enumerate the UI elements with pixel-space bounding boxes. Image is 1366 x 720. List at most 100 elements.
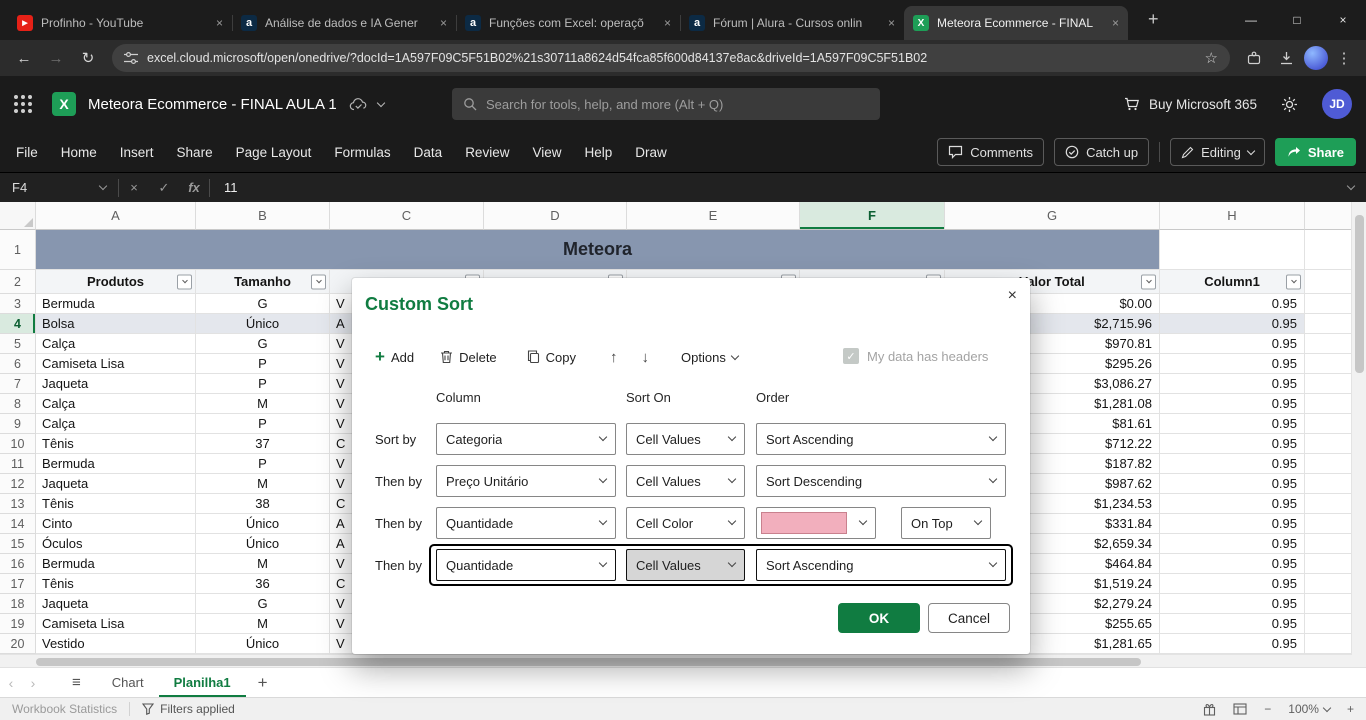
cell-produto[interactable]: Cinto xyxy=(36,514,196,534)
ok-button[interactable]: OK xyxy=(838,603,920,633)
zoom-level-dropdown[interactable]: 100% xyxy=(1288,702,1330,716)
filter-button[interactable] xyxy=(311,274,326,289)
order-dropdown[interactable]: Sort Ascending xyxy=(756,423,1006,455)
cell-column1[interactable]: 0.95 xyxy=(1160,434,1305,454)
downloads-icon[interactable] xyxy=(1272,51,1300,65)
column-header-B[interactable]: B xyxy=(196,202,330,230)
formula-input[interactable]: 11 xyxy=(224,180,238,195)
row-header-13[interactable]: 13 xyxy=(0,494,36,514)
cell-tamanho[interactable]: P xyxy=(196,414,330,434)
tab-close-icon[interactable]: × xyxy=(216,16,223,30)
order-dropdown[interactable]: Sort Ascending xyxy=(756,549,1006,581)
merged-title-cell[interactable]: Meteora xyxy=(36,230,1160,270)
app-launcher-icon[interactable] xyxy=(14,95,32,113)
cell-produto[interactable]: Tênis xyxy=(36,434,196,454)
row-header-8[interactable]: 8 xyxy=(0,394,36,414)
cell-column1[interactable]: 0.95 xyxy=(1160,494,1305,514)
zoom-out-icon[interactable]: − xyxy=(1264,702,1271,716)
row-header-17[interactable]: 17 xyxy=(0,574,36,594)
column-header-C[interactable]: C xyxy=(330,202,484,230)
browser-tab-4[interactable]: aFórum | Alura - Cursos onlin× xyxy=(680,6,904,40)
add-sheet-button[interactable]: + xyxy=(258,673,268,693)
close-button[interactable]: × xyxy=(1320,13,1366,27)
cancel-entry-icon[interactable]: × xyxy=(119,180,149,195)
name-box[interactable]: F4 xyxy=(0,173,118,202)
ribbon-tab-file[interactable]: File xyxy=(16,145,38,160)
cell-tamanho[interactable]: G xyxy=(196,334,330,354)
new-tab-button[interactable]: + xyxy=(1148,10,1159,28)
sort-on-dropdown[interactable]: Cell Values xyxy=(626,465,745,497)
sheet-tab-planilha1[interactable]: Planilha1 xyxy=(159,668,246,698)
cell-tamanho[interactable]: G xyxy=(196,594,330,614)
sheet-nav-right-icon[interactable]: › xyxy=(22,675,44,691)
row-header-7[interactable]: 7 xyxy=(0,374,36,394)
cell-column1[interactable]: 0.95 xyxy=(1160,454,1305,474)
row-header-20[interactable]: 20 xyxy=(0,634,36,654)
cell-produto[interactable]: Jaqueta xyxy=(36,374,196,394)
ribbon-tab-review[interactable]: Review xyxy=(465,145,509,160)
order-dropdown[interactable]: Sort Descending xyxy=(756,465,1006,497)
browser-tab-3[interactable]: aFunções com Excel: operaçõ× xyxy=(456,6,680,40)
gift-icon[interactable] xyxy=(1203,703,1216,716)
cell-column1[interactable]: 0.95 xyxy=(1160,394,1305,414)
cell-tamanho[interactable]: 36 xyxy=(196,574,330,594)
column-dropdown[interactable]: Preço Unitário xyxy=(436,465,616,497)
row-header-2[interactable]: 2 xyxy=(0,270,36,294)
cell-H1[interactable] xyxy=(1160,230,1305,270)
site-info-icon[interactable] xyxy=(124,52,138,64)
header-cell-A[interactable]: Produtos xyxy=(36,270,196,294)
address-bar[interactable]: excel.cloud.microsoft/open/onedrive/?doc… xyxy=(112,44,1230,72)
insert-function-icon[interactable]: fx xyxy=(179,180,209,195)
cell-produto[interactable]: Óculos xyxy=(36,534,196,554)
browser-profile-avatar[interactable] xyxy=(1304,46,1328,70)
filter-button[interactable] xyxy=(1286,274,1301,289)
cell-column1[interactable]: 0.95 xyxy=(1160,554,1305,574)
cell-produto[interactable]: Bolsa xyxy=(36,314,196,334)
column-header-E[interactable]: E xyxy=(627,202,800,230)
tab-close-icon[interactable]: × xyxy=(1112,16,1119,30)
column-header-A[interactable]: A xyxy=(36,202,196,230)
cell-produto[interactable]: Tênis xyxy=(36,494,196,514)
ribbon-tab-share[interactable]: Share xyxy=(177,145,213,160)
column-header-D[interactable]: D xyxy=(484,202,627,230)
cell-tamanho[interactable]: 38 xyxy=(196,494,330,514)
refresh-button[interactable]: ↻ xyxy=(74,49,102,67)
column-header-H[interactable]: H xyxy=(1160,202,1305,230)
cell-column1[interactable]: 0.95 xyxy=(1160,614,1305,634)
ribbon-tab-help[interactable]: Help xyxy=(584,145,612,160)
cell-produto[interactable]: Vestido xyxy=(36,634,196,654)
cell-tamanho[interactable]: M xyxy=(196,474,330,494)
zoom-in-icon[interactable]: + xyxy=(1347,702,1354,716)
vertical-scrollbar-thumb[interactable] xyxy=(1355,215,1364,373)
sort-on-dropdown[interactable]: Cell Color xyxy=(626,507,745,539)
cell-column1[interactable]: 0.95 xyxy=(1160,374,1305,394)
document-title[interactable]: Meteora Ecommerce - FINAL AULA 1 xyxy=(88,96,337,113)
cell-column1[interactable]: 0.95 xyxy=(1160,574,1305,594)
search-bar[interactable] xyxy=(452,88,880,120)
confirm-entry-icon[interactable]: ✓ xyxy=(149,180,179,196)
row-header-14[interactable]: 14 xyxy=(0,514,36,534)
all-sheets-menu-icon[interactable]: ≡ xyxy=(72,674,81,691)
column-header-F[interactable]: F xyxy=(800,202,945,230)
cell-produto[interactable]: Calça xyxy=(36,414,196,434)
cell-column1[interactable]: 0.95 xyxy=(1160,534,1305,554)
account-avatar[interactable]: JD xyxy=(1322,89,1352,119)
cell-tamanho[interactable]: Único xyxy=(196,514,330,534)
row-header-3[interactable]: 3 xyxy=(0,294,36,314)
row-header-6[interactable]: 6 xyxy=(0,354,36,374)
browser-tab-1[interactable]: ▶Profinho - YouTube× xyxy=(8,6,232,40)
minimize-button[interactable]: — xyxy=(1228,13,1274,27)
cell-produto[interactable]: Camiseta Lisa xyxy=(36,614,196,634)
ribbon-tab-home[interactable]: Home xyxy=(61,145,97,160)
cell-column1[interactable]: 0.95 xyxy=(1160,594,1305,614)
row-header-16[interactable]: 16 xyxy=(0,554,36,574)
order-position-dropdown[interactable]: On Top xyxy=(901,507,991,539)
cell-tamanho[interactable]: Único xyxy=(196,314,330,334)
ribbon-tab-draw[interactable]: Draw xyxy=(635,145,667,160)
browser-tab-5[interactable]: XMeteora Ecommerce - FINAL× xyxy=(904,6,1128,40)
editing-mode-button[interactable]: Editing xyxy=(1170,138,1265,166)
cell-column1[interactable]: 0.95 xyxy=(1160,314,1305,334)
cell-tamanho[interactable]: P xyxy=(196,374,330,394)
maximize-button[interactable]: □ xyxy=(1274,13,1320,27)
cell-column1[interactable]: 0.95 xyxy=(1160,634,1305,654)
